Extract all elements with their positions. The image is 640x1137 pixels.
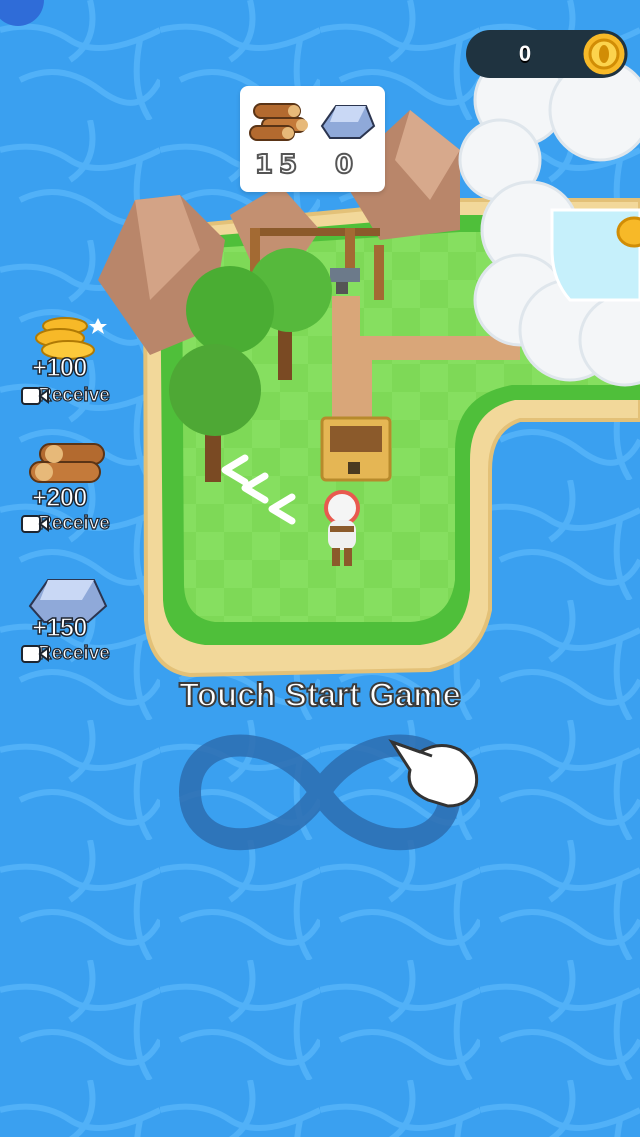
coin-reward[interactable]: +100 Receive	[6, 312, 130, 422]
gold-coin-icon	[580, 30, 628, 78]
iron-resource: 0	[312, 94, 382, 186]
coin-counter: 0	[466, 30, 628, 78]
video-icon	[6, 643, 49, 665]
wood-reward[interactable]: +200 Receive	[6, 440, 130, 550]
wood-receive-button[interactable]: Receive	[6, 508, 130, 540]
coin-reward-amount: +100	[31, 351, 88, 383]
iron-reward[interactable]: +150 Receive	[6, 570, 130, 680]
resource-panel: 15 0	[240, 86, 385, 192]
iron-receive-button[interactable]: Receive	[6, 638, 130, 670]
video-icon	[6, 513, 49, 535]
treasure-chest	[320, 416, 392, 482]
wood-count: 15	[254, 149, 304, 181]
coin-receive-button[interactable]: Receive	[6, 380, 130, 412]
iron-ingot-icon	[320, 105, 376, 139]
touch-start-prompt: Touch Start Game	[178, 675, 462, 714]
coin-count: 0	[518, 41, 532, 66]
wood-logs-icon	[249, 103, 308, 141]
iron-count: 0	[334, 149, 360, 181]
locked-coin-icon	[616, 216, 640, 248]
wood-resource: 15	[244, 94, 314, 186]
video-icon	[6, 385, 49, 407]
